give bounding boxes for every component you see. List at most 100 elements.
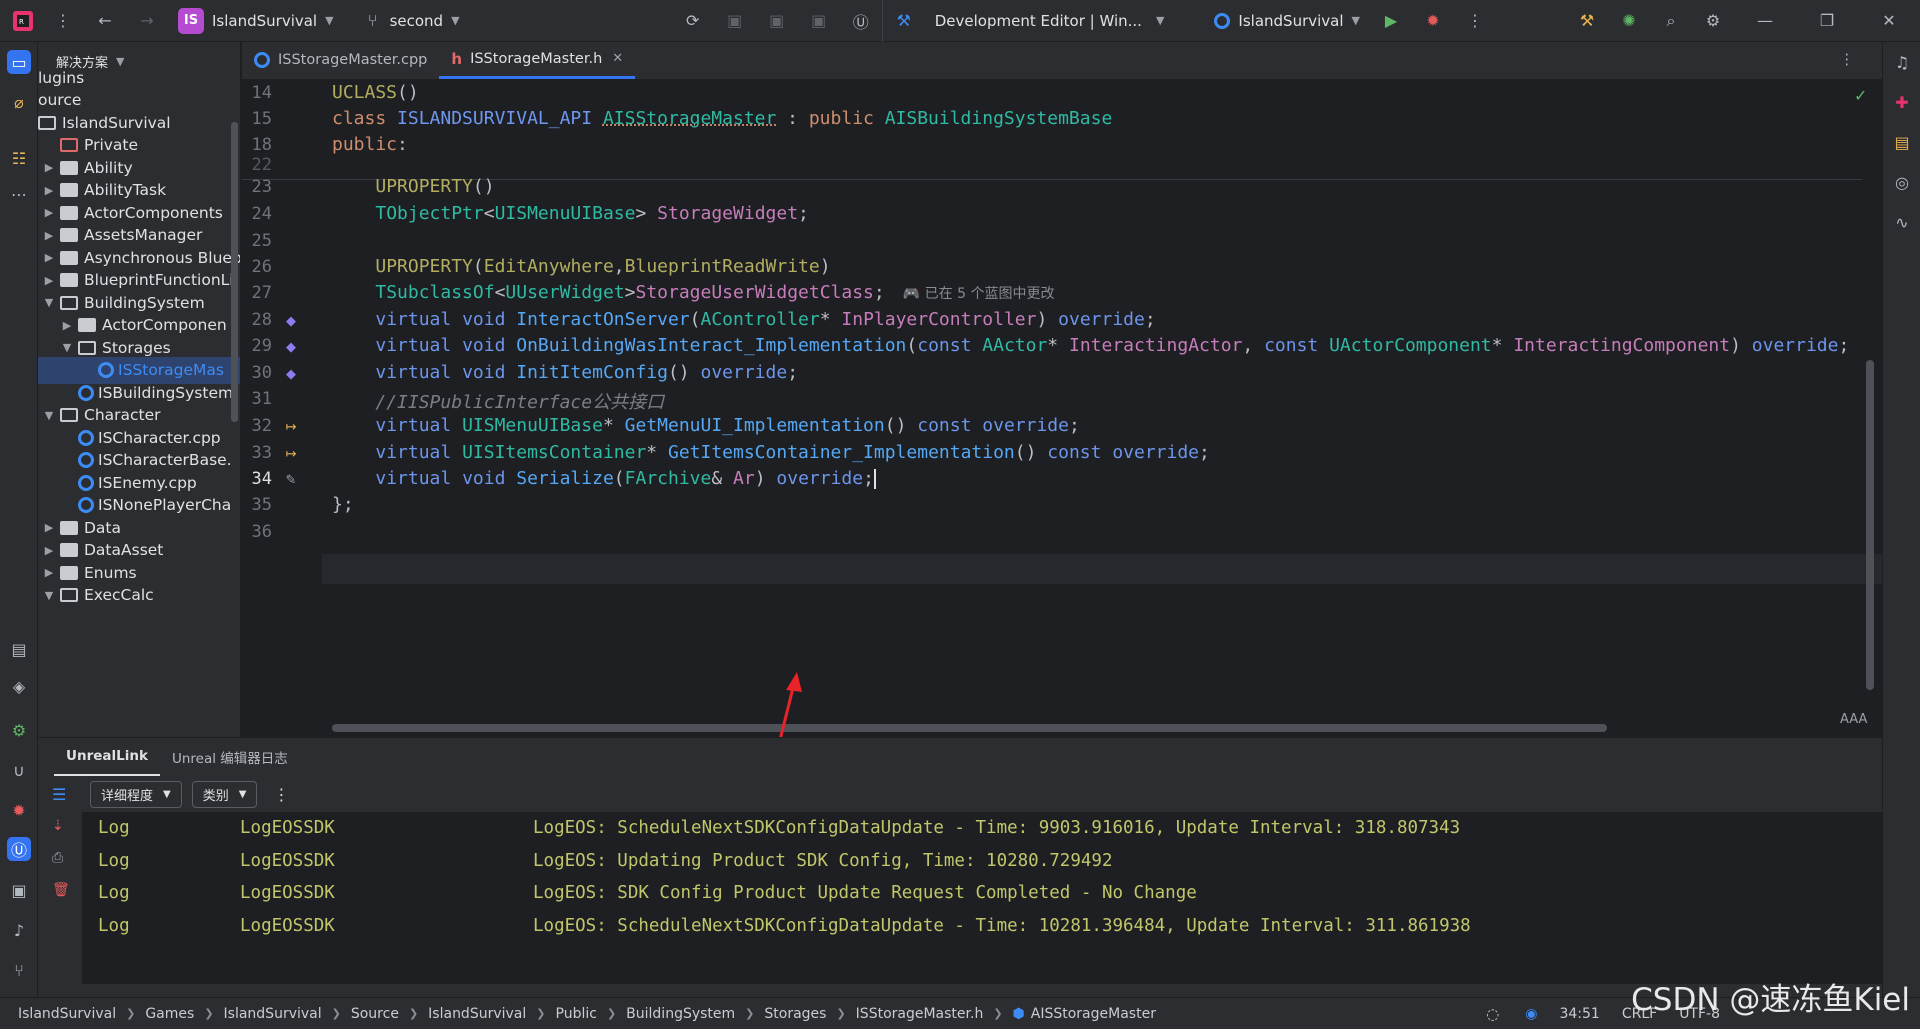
quick-fix-icon[interactable]: ✎ — [280, 469, 302, 491]
editor-horizontal-scrollbar[interactable] — [332, 724, 1607, 732]
line-number[interactable]: 32 — [242, 416, 272, 436]
close-button[interactable]: ✕ — [1858, 0, 1920, 42]
terminal-icon[interactable]: ▣ — [7, 878, 31, 902]
line-number[interactable]: 31 — [242, 389, 272, 409]
line-number[interactable]: 33 — [242, 443, 272, 463]
project-scrollbar[interactable] — [231, 122, 238, 422]
code-line[interactable]: virtual UISMenuUIBase* GetMenuUI_Impleme… — [332, 415, 1079, 436]
more-actions-icon[interactable]: ⋮ — [1454, 0, 1496, 42]
code-line[interactable]: UPROPERTY(EditAnywhere,BlueprintReadWrit… — [332, 256, 830, 277]
main-menu-icon[interactable]: ⋮ — [42, 0, 84, 42]
close-icon[interactable]: ✕ — [612, 51, 623, 66]
line-number[interactable]: 34 — [242, 469, 272, 489]
services-icon[interactable]: ⚙ — [7, 718, 31, 742]
breadcrumb-item[interactable]: IslandSurvival — [224, 1006, 322, 1022]
code-line[interactable]: virtual void InitItemConfig() override; — [332, 362, 798, 383]
code-line[interactable]: virtual void InteractOnServer(AControlle… — [332, 309, 1155, 330]
line-number[interactable]: 29 — [242, 336, 272, 356]
reader-mode-icon[interactable]: AAA — [1840, 712, 1867, 727]
breadcrumb-item[interactable]: IslandSurvival — [428, 1006, 526, 1022]
code-editor[interactable]: 14 UCLASS() 15 class ISLANDSURVIVAL_API AIS… — [242, 80, 1882, 737]
run-target-selector[interactable]: IslandSurvival ▼ — [1204, 0, 1370, 42]
breadcrumb-item[interactable]: Games — [145, 1006, 194, 1022]
rebuild-icon[interactable]: ▣ — [756, 0, 798, 42]
more-tools-icon[interactable]: ⋯ — [7, 182, 31, 206]
line-number[interactable]: 36 — [242, 522, 272, 542]
line-number[interactable]: 23 — [242, 177, 272, 197]
chevron-right-icon[interactable]: ▶ — [42, 161, 56, 174]
tab-isstoragemaster-h[interactable]: h ISStorageMaster.h ✕ — [439, 41, 636, 79]
database-icon[interactable]: ▤ — [1890, 130, 1914, 154]
breadcrumb-item[interactable]: Public — [556, 1006, 597, 1022]
overrides-icon[interactable]: ↦ — [280, 443, 302, 465]
code-line[interactable]: public: — [332, 134, 408, 155]
chevron-right-icon[interactable]: ▶ — [42, 184, 56, 197]
chevron-down-icon[interactable]: ▼ — [42, 409, 56, 422]
clear-log-icon[interactable]: 🗑 — [52, 882, 70, 898]
blueprint-usage-hint[interactable]: 🎮 已在 5 个蓝图中更改 — [903, 286, 1055, 302]
chevron-right-icon[interactable]: ▶ — [42, 206, 56, 219]
layers-icon[interactable]: ◈ — [7, 674, 31, 698]
print-icon[interactable]: ⎙ — [52, 850, 63, 866]
activity-icon[interactable]: ∿ — [1890, 210, 1914, 234]
chevron-right-icon[interactable]: ▶ — [42, 251, 56, 264]
git-icon[interactable]: ⑂ — [7, 958, 31, 982]
chevron-down-icon[interactable]: ▼ — [42, 589, 56, 602]
code-line[interactable]: UPROPERTY() — [332, 176, 494, 197]
tab-isstoragemaster-cpp[interactable]: ISStorageMaster.cpp — [242, 41, 439, 79]
line-number[interactable]: 22 — [242, 155, 272, 175]
sync-icon[interactable]: ⟳ — [672, 0, 714, 42]
line-number[interactable]: 27 — [242, 283, 272, 303]
code-line[interactable]: virtual void OnBuildingWasInteract_Imple… — [332, 335, 1849, 356]
line-number[interactable]: 25 — [242, 231, 272, 251]
line-number[interactable]: 26 — [242, 257, 272, 277]
breadcrumb-item[interactable]: AISStorageMaster — [1031, 1006, 1156, 1022]
cancel-build-icon[interactable]: ▣ — [798, 0, 840, 42]
structure-icon[interactable]: ☷ — [7, 146, 31, 170]
minimize-button[interactable]: — — [1734, 0, 1796, 42]
code-line[interactable]: TObjectPtr<UISMenuUIBase> StorageWidget; — [332, 203, 809, 224]
code-line[interactable]: UCLASS() — [332, 82, 419, 103]
ai-assistant-icon[interactable]: ✺ — [1608, 0, 1650, 42]
forward-icon[interactable]: → — [126, 0, 168, 42]
wrap-lines-icon[interactable]: ☰ — [52, 785, 78, 804]
line-number[interactable]: 24 — [242, 204, 272, 224]
project-switcher[interactable]: IS IslandSurvival ▼ — [168, 0, 344, 42]
breadcrumb-item[interactable]: Storages — [764, 1006, 826, 1022]
line-number[interactable]: 15 — [242, 109, 272, 129]
breadcrumb-item[interactable]: Source — [351, 1006, 399, 1022]
chevron-right-icon[interactable]: ▶ — [42, 521, 56, 534]
code-line[interactable]: TSubclassOf<UUserWidget>StorageUserWidge… — [332, 282, 1054, 303]
plugin-icon[interactable]: ✚ — [1890, 90, 1914, 114]
notifications-bell-icon[interactable]: ♫ — [1890, 50, 1914, 74]
debug-icon[interactable]: ✹ — [1412, 0, 1454, 42]
code-line[interactable]: class ISLANDSURVIVAL_API AISStorageMaste… — [332, 108, 1112, 129]
back-icon[interactable]: ← — [84, 0, 126, 42]
config-selector[interactable]: Development Editor | Win... ▼ — [925, 0, 1175, 42]
code-line[interactable]: }; — [332, 494, 354, 515]
line-number[interactable]: 28 — [242, 310, 272, 330]
hammer-icon[interactable]: ⚒ — [881, 0, 925, 42]
breadcrumb-item[interactable]: IslandSurvival — [18, 1006, 116, 1022]
more-options-icon[interactable]: ⋮ — [273, 785, 289, 804]
line-number[interactable]: 35 — [242, 495, 272, 515]
progress-icon[interactable]: ◌ — [1486, 1005, 1499, 1023]
tab-unreallink[interactable]: UnrealLink — [54, 738, 160, 776]
chevron-right-icon[interactable]: ▶ — [42, 274, 56, 287]
unreal-link-icon[interactable]: Ⓤ — [7, 837, 31, 861]
search-icon[interactable]: ⌕ — [1650, 0, 1692, 42]
copilot-icon[interactable]: ◎ — [1890, 170, 1914, 194]
tab-unreal-editor-log[interactable]: Unreal 编辑器日志 — [160, 738, 300, 776]
project-view-icon[interactable]: ▭ — [7, 50, 31, 74]
chevron-right-icon[interactable]: ▶ — [42, 566, 56, 579]
impl-icon[interactable]: ◆ — [280, 336, 302, 358]
chevron-right-icon[interactable]: ▶ — [42, 544, 56, 557]
chevron-down-icon[interactable]: ▼ — [60, 341, 74, 354]
tree-item[interactable]: ▼ ExecCalc — [38, 582, 240, 609]
chevron-right-icon[interactable]: ▶ — [60, 319, 74, 332]
line-number[interactable]: 14 — [242, 83, 272, 103]
maximize-button[interactable]: ❐ — [1796, 0, 1858, 42]
code-line[interactable]: //IISPublicInterface公共接口 — [332, 388, 664, 414]
log-output[interactable]: Log LogEOSSDK LogEOS: ScheduleNextSDKConfi… — [82, 812, 1882, 984]
chevron-right-icon[interactable]: ▶ — [42, 229, 56, 242]
